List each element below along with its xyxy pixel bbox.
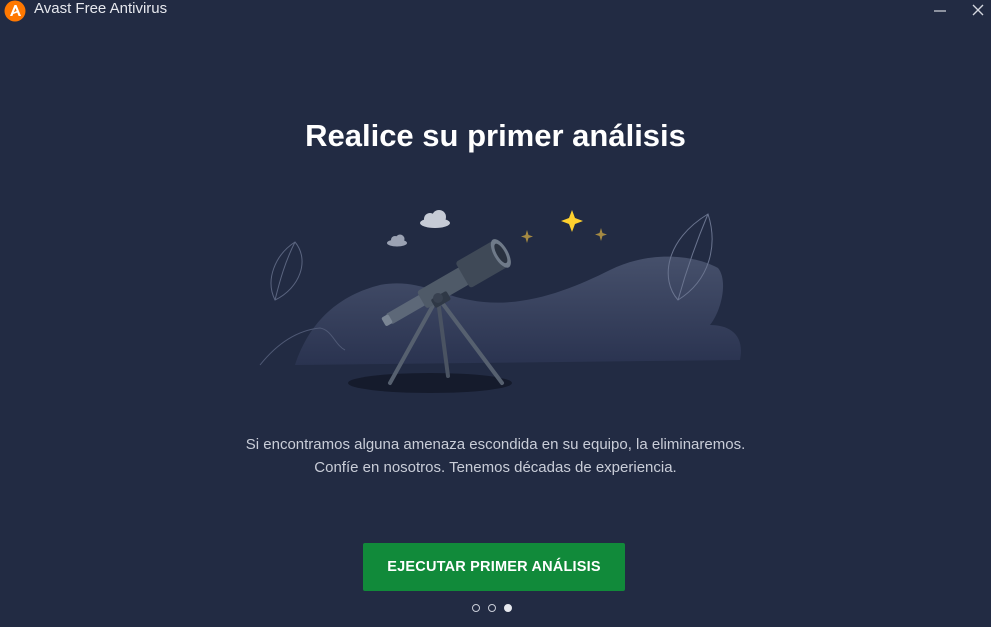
page-title: Realice su primer análisis [305,118,686,153]
pager-dot[interactable] [472,604,480,612]
leaf-left [270,241,303,301]
ground-shadow [348,373,512,393]
app-window: Avast Free Antivirus Realice su primer a… [0,0,991,627]
title-bar: Avast Free Antivirus [0,0,991,22]
pager-dot[interactable] [488,604,496,612]
cloud-icon [420,210,450,228]
star-icon [561,210,583,232]
hill-shape [295,256,741,365]
star-icon [595,228,607,241]
star-icon [521,230,533,243]
pager-dot-active[interactable] [504,604,512,612]
description-line-2: Confíe en nosotros. Tenemos décadas de e… [314,459,677,476]
close-icon [972,4,984,16]
avast-logo-icon [4,0,26,22]
description-line-1: Si encontramos alguna amenaza escondida … [245,436,746,453]
close-button[interactable] [960,0,991,20]
telescope-illustration [259,210,741,393]
app-title: Avast Free Antivirus [34,0,168,17]
cloud-icon [387,234,407,247]
minimize-icon [934,10,946,12]
minimize-button[interactable] [922,0,958,20]
pager-dots [472,604,512,614]
run-first-scan-button[interactable]: EJECUTAR PRIMER ANÁLISIS [363,543,625,591]
